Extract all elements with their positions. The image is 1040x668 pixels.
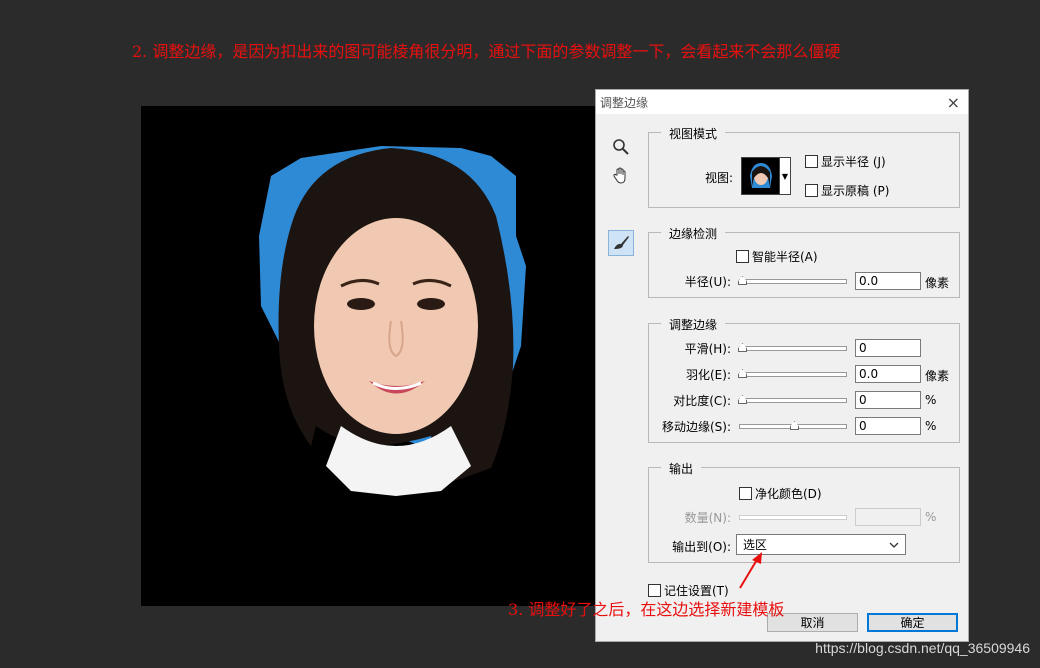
slider-thumb[interactable] xyxy=(738,395,747,404)
slider-thumb[interactable] xyxy=(738,276,747,285)
radius-slider[interactable] xyxy=(738,276,847,285)
slider-thumb[interactable] xyxy=(738,343,747,352)
radius-label: 半径(U): xyxy=(684,275,731,289)
portrait-illustration xyxy=(259,146,526,496)
slider-thumb[interactable] xyxy=(738,369,747,378)
chevron-down-icon xyxy=(889,542,899,548)
smart-radius-checkbox[interactable] xyxy=(736,250,749,263)
refine-edge-dialog: 调整边缘 × 视图模式 视图: ▼ 显示半径 (J) 显示原稿 (P) 边缘检测… xyxy=(595,89,969,642)
contrast-label: 对比度(C): xyxy=(673,394,731,408)
smart-radius-option[interactable]: 智能半径(A) xyxy=(736,248,818,265)
output-title: 输出 xyxy=(661,460,702,477)
shift-edge-label: 移动边缘(S): xyxy=(661,420,731,434)
face-shape xyxy=(314,218,478,434)
show-original-label: 显示原稿 (P) xyxy=(821,184,890,198)
amount-unit: % xyxy=(925,510,937,524)
show-radius-label: 显示半径 (J) xyxy=(821,155,886,169)
view-thumbnail-dropdown[interactable]: ▼ xyxy=(741,157,791,195)
feather-label: 羽化(E): xyxy=(686,368,731,382)
ok-button[interactable]: 确定 xyxy=(867,613,958,632)
contrast-input[interactable]: 0 xyxy=(855,391,921,409)
show-radius-checkbox[interactable] xyxy=(805,155,818,168)
contrast-slider[interactable] xyxy=(738,395,847,404)
view-mode-title: 视图模式 xyxy=(661,125,726,142)
shift-edge-input[interactable]: 0 xyxy=(855,417,921,435)
amount-input xyxy=(855,508,921,526)
smooth-slider[interactable] xyxy=(738,343,847,352)
watermark: https://blog.csdn.net/qq_36509946 xyxy=(815,640,1030,656)
hand-tool-icon[interactable] xyxy=(608,162,634,188)
smooth-input[interactable]: 0 xyxy=(855,339,921,357)
show-original-option[interactable]: 显示原稿 (P) xyxy=(805,182,889,199)
left-eye xyxy=(347,298,375,310)
slider-thumb[interactable] xyxy=(790,421,799,430)
radius-unit: 像素 xyxy=(925,276,950,290)
zoom-tool-icon[interactable] xyxy=(608,134,634,160)
annotation-top: 2. 调整边缘，是因为扣出来的图可能棱角很分明，通过下面的参数调整一下，会看起来… xyxy=(132,42,841,61)
image-canvas[interactable] xyxy=(141,106,596,606)
chevron-down-icon: ▼ xyxy=(779,158,790,194)
show-original-checkbox[interactable] xyxy=(805,184,818,197)
view-label: 视图: xyxy=(704,171,733,185)
radius-input[interactable]: 0.0 xyxy=(855,272,921,290)
show-radius-option[interactable]: 显示半径 (J) xyxy=(805,153,886,170)
right-eye xyxy=(417,298,445,310)
close-icon[interactable]: × xyxy=(947,93,960,112)
annotation-arrow-icon xyxy=(739,552,762,589)
decontaminate-label: 净化颜色(D) xyxy=(755,487,822,501)
annotation-bottom: 3. 调整好了之后，在这边选择新建模板 xyxy=(508,600,785,619)
output-to-value: 选区 xyxy=(743,538,768,552)
view-mode-group: 视图模式 视图: ▼ 显示半径 (J) 显示原稿 (P) xyxy=(648,125,960,208)
shift-edge-unit: % xyxy=(925,419,937,433)
amount-label: 数量(N): xyxy=(684,511,731,525)
shift-edge-slider[interactable] xyxy=(739,421,847,430)
feather-unit: 像素 xyxy=(925,369,950,383)
smart-radius-label: 智能半径(A) xyxy=(752,250,818,264)
feather-input[interactable]: 0.0 xyxy=(855,365,921,383)
refine-radius-brush-icon[interactable] xyxy=(608,230,634,256)
adjust-edge-title: 调整边缘 xyxy=(661,316,726,333)
edge-detection-group: 边缘检测 智能半径(A) 半径(U): 0.0 像素 xyxy=(648,225,960,298)
thumbnail-icon xyxy=(742,158,779,194)
dialog-title: 调整边缘 xyxy=(600,95,649,110)
output-to-label: 输出到(O): xyxy=(672,540,731,554)
amount-slider xyxy=(739,515,847,520)
contrast-unit: % xyxy=(925,393,937,407)
feather-slider[interactable] xyxy=(738,369,847,378)
edge-detection-title: 边缘检测 xyxy=(661,225,726,242)
tool-column xyxy=(608,134,634,256)
dialog-titlebar: 调整边缘 × xyxy=(596,90,968,114)
adjust-edge-group: 调整边缘 平滑(H): 0 羽化(E): 0.0 像素 对比度(C): 0 % … xyxy=(648,316,960,443)
smooth-label: 平滑(H): xyxy=(684,342,731,356)
decontaminate-option[interactable]: 净化颜色(D) xyxy=(739,485,822,502)
decontaminate-checkbox[interactable] xyxy=(739,487,752,500)
